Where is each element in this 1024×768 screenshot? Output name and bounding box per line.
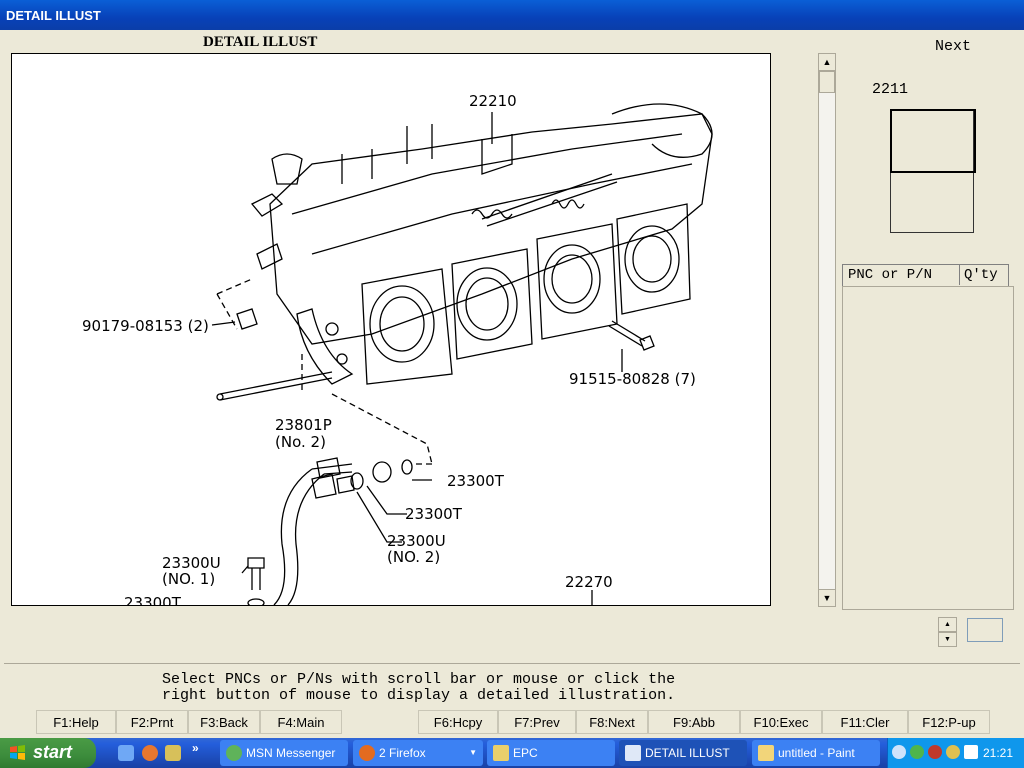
spinner-value[interactable] [967, 618, 1003, 642]
task-label: MSN Messenger [246, 746, 336, 760]
pnc-list-header: PNC or P/N Q'ty [842, 264, 1009, 288]
app-icon [625, 745, 641, 761]
task-label: EPC [513, 746, 538, 760]
f4-main-button[interactable]: F4:Main [260, 710, 342, 734]
spinner-up-icon[interactable]: ▲ [938, 617, 957, 632]
label-23300t-a[interactable]: 23300T [447, 472, 505, 490]
quicklaunch-app-icon[interactable] [165, 745, 181, 761]
firefox-icon [359, 745, 375, 761]
firefox-quicklaunch-icon[interactable] [142, 745, 158, 761]
illustration-heading: DETAIL ILLUST [203, 34, 318, 50]
label-23300u-no2-sub: (NO. 2) [387, 548, 440, 566]
label-23801p-no2: (No. 2) [275, 433, 326, 451]
f2-print-button[interactable]: F2:Prnt [116, 710, 188, 734]
windows-flag-icon [10, 745, 25, 760]
f7-prev-button[interactable]: F7:Prev [498, 710, 576, 734]
status-line-2: right button of mouse to display a detai… [162, 687, 676, 704]
label-90179-08153[interactable]: 90179-08153 (2) [82, 317, 209, 335]
paint-icon [758, 745, 774, 761]
f6-hardcopy-button[interactable]: F6:Hcpy [418, 710, 498, 734]
task-epc[interactable]: EPC [487, 740, 615, 766]
f11-clear-button[interactable]: F11:Cler [822, 710, 908, 734]
label-22210[interactable]: 22210 [469, 92, 517, 110]
scroll-thumb[interactable] [819, 71, 835, 93]
function-key-bar: F1:Help F2:Prnt F3:Back F4:Main F6:Hcpy … [4, 710, 1020, 735]
tray-chevron-icon[interactable] [892, 745, 906, 759]
tray-bluetooth-icon[interactable] [928, 745, 942, 759]
label-23300u-no1-sub: (NO. 1) [162, 570, 215, 588]
pnc-list[interactable] [842, 286, 1014, 610]
task-firefox-group[interactable]: 2 Firefox ▼ [353, 740, 483, 766]
parts-diagram: 22210 90179-08153 (2) 91515-80828 (7) 23… [82, 92, 713, 605]
tray-mail-icon[interactable] [964, 745, 978, 759]
task-msn-messenger[interactable]: MSN Messenger [220, 740, 348, 766]
f3-back-button[interactable]: F3:Back [188, 710, 260, 734]
taskbar: start » MSN Messenger 2 Firefox ▼ EPC DE… [0, 738, 1024, 768]
page-number: 2211 [872, 81, 909, 98]
f12-pageup-button[interactable]: F12:P-up [908, 710, 990, 734]
tray-network-icon[interactable] [910, 745, 924, 759]
illustration-canvas[interactable]: 22210 90179-08153 (2) 91515-80828 (7) 23… [11, 53, 771, 606]
quicklaunch-overflow[interactable]: » [192, 741, 199, 755]
page-thumbnail[interactable] [890, 109, 976, 233]
spinner-down-icon[interactable]: ▼ [938, 632, 957, 647]
status-line-1: Select PNCs or P/Ns with scroll bar or m… [162, 671, 676, 688]
qty-column-header: Q'ty [959, 265, 998, 285]
msn-icon [226, 745, 242, 761]
next-button[interactable]: Next [935, 38, 971, 55]
show-desktop-icon[interactable] [118, 745, 134, 761]
tray-app-icon[interactable] [946, 745, 960, 759]
task-label: DETAIL ILLUST [645, 746, 730, 760]
scroll-up-arrow-icon[interactable]: ▲ [819, 54, 835, 71]
task-label: 2 Firefox [379, 746, 426, 760]
scroll-down-arrow-icon[interactable]: ▼ [819, 589, 835, 606]
status-message: Select PNCs or P/Ns with scroll bar or m… [4, 663, 1020, 710]
start-label: start [33, 742, 73, 762]
task-paint[interactable]: untitled - Paint [752, 740, 880, 766]
f1-help-button[interactable]: F1:Help [36, 710, 116, 734]
window-titlebar[interactable]: DETAIL ILLUST [0, 0, 1024, 30]
start-button[interactable]: start [0, 738, 96, 768]
thumbnail-frame [890, 109, 976, 173]
task-label: untitled - Paint [778, 746, 855, 760]
illustration-scrollbar[interactable]: ▲ ▼ [818, 53, 836, 607]
task-detail-illust[interactable]: DETAIL ILLUST [619, 740, 747, 766]
label-91515-80828[interactable]: 91515-80828 (7) [569, 370, 696, 388]
label-23300t-b[interactable]: 23300T [405, 505, 463, 523]
group-arrow-icon: ▼ [469, 748, 477, 757]
f8-next-button[interactable]: F8:Next [576, 710, 648, 734]
f10-exec-button[interactable]: F10:Exec [740, 710, 822, 734]
f9-abb-button[interactable]: F9:Abb [648, 710, 740, 734]
clock[interactable]: 21:21 [983, 746, 1013, 760]
page-spinner[interactable]: ▲ ▼ [938, 617, 957, 647]
label-23801p[interactable]: 23801P [275, 416, 332, 434]
folder-icon [493, 745, 509, 761]
label-22270[interactable]: 22270 [565, 573, 613, 591]
window-title: DETAIL ILLUST [6, 8, 101, 23]
label-23300t-c[interactable]: 23300T [124, 594, 182, 605]
pnc-column-header: PNC or P/N [848, 267, 933, 283]
